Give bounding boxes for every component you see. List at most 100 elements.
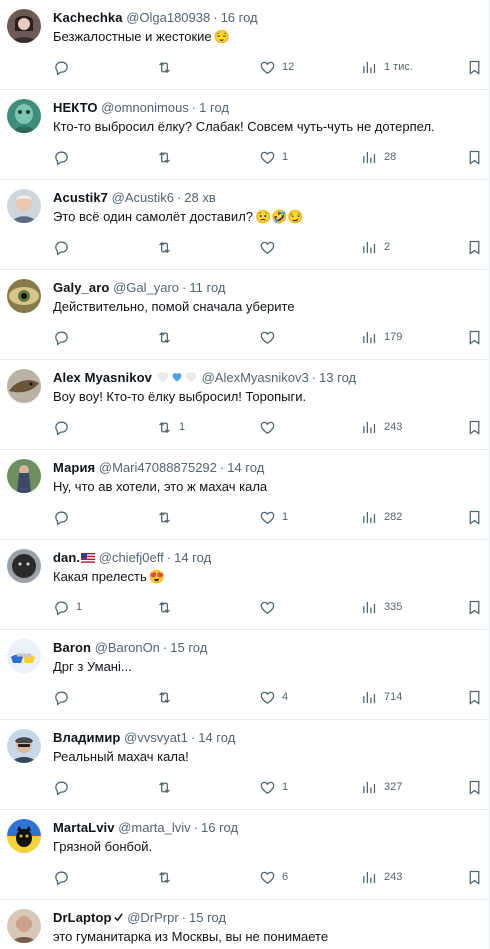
bookmark-button[interactable] (466, 867, 483, 887)
like-button[interactable]: 12 (259, 57, 294, 77)
timestamp[interactable]: 1 год (199, 100, 229, 115)
bookmark-button[interactable] (466, 777, 483, 797)
author-name[interactable]: НЕКТО (53, 100, 98, 115)
avatar[interactable] (7, 819, 41, 853)
author-name[interactable]: Мария (53, 460, 95, 475)
timestamp[interactable]: 16 год (201, 820, 238, 835)
retweet-button[interactable] (156, 597, 179, 617)
reply-button[interactable] (53, 777, 76, 797)
like-button[interactable] (259, 417, 282, 437)
reply-button[interactable] (53, 687, 76, 707)
reply-button[interactable] (53, 417, 76, 437)
tweet-reply[interactable]: dan. @chiefj0eff · 14 год Какая прелесть 😍 1 3… (0, 540, 489, 630)
tweet-reply[interactable]: Мария @Mari47088875292 · 14 год Ну, что ав … (0, 450, 489, 540)
reply-button[interactable] (53, 507, 76, 527)
avatar[interactable] (7, 279, 41, 313)
timestamp[interactable]: 16 год (221, 10, 258, 25)
retweet-button[interactable] (156, 237, 179, 257)
views-button[interactable]: 28 (361, 147, 396, 167)
author-handle[interactable]: @chiefj0eff (99, 550, 164, 565)
avatar[interactable] (7, 459, 41, 493)
author-handle[interactable]: @Olga180938 (126, 10, 210, 25)
author-name[interactable]: MartaLviv (53, 820, 115, 835)
timestamp[interactable]: 14 год (174, 550, 211, 565)
reply-button[interactable] (53, 147, 76, 167)
like-button[interactable] (259, 237, 282, 257)
retweet-button[interactable] (156, 507, 179, 527)
timestamp[interactable]: 14 год (198, 730, 235, 745)
author-handle[interactable]: @marta_lviv (118, 820, 190, 835)
retweet-button[interactable] (156, 57, 179, 77)
views-button[interactable]: 243 (361, 867, 402, 887)
tweet-reply[interactable]: Baron @BaronOn · 15 год Дрг з Умані... 4 714 (0, 630, 489, 720)
timestamp[interactable]: 11 год (189, 280, 225, 295)
author-handle[interactable]: @DrPrpr (127, 910, 178, 925)
author-name[interactable]: Acustik7 (53, 190, 108, 205)
avatar[interactable] (7, 9, 41, 43)
timestamp[interactable]: 14 год (227, 460, 264, 475)
author-name[interactable]: Galy_aro (53, 280, 109, 295)
avatar[interactable] (7, 189, 41, 223)
like-button[interactable] (259, 597, 282, 617)
views-button[interactable]: 2 (361, 237, 390, 257)
bookmark-button[interactable] (466, 417, 483, 437)
timestamp[interactable]: 15 год (189, 910, 226, 925)
timestamp[interactable]: 13 год (319, 370, 356, 385)
author-handle[interactable]: @BaronOn (95, 640, 160, 655)
like-button[interactable] (259, 327, 282, 347)
retweet-button[interactable] (156, 867, 179, 887)
tweet-reply[interactable]: Alex Myasnikov @AlexMyasnikov3 · 13 год Воу… (0, 360, 489, 450)
retweet-button[interactable] (156, 327, 179, 347)
like-button[interactable]: 4 (259, 687, 288, 707)
retweet-button[interactable] (156, 687, 179, 707)
reply-button[interactable] (53, 327, 76, 347)
views-button[interactable]: 179 (361, 327, 402, 347)
author-handle[interactable]: @vvsvyat1 (124, 730, 188, 745)
tweet-reply[interactable]: MartaLviv @marta_lviv · 16 год Грязной бонб… (0, 810, 489, 900)
timestamp[interactable]: 15 год (170, 640, 207, 655)
bookmark-button[interactable] (466, 597, 483, 617)
retweet-button[interactable]: 1 (156, 417, 185, 437)
views-button[interactable]: 714 (361, 687, 402, 707)
author-name[interactable]: dan. (53, 550, 80, 565)
avatar[interactable] (7, 729, 41, 763)
author-handle[interactable]: @omnonimous (101, 100, 189, 115)
bookmark-button[interactable] (466, 57, 483, 77)
tweet-reply[interactable]: DrLaptop @DrPrpr · 15 год это гуманитарка и… (0, 900, 489, 949)
bookmark-button[interactable] (466, 237, 483, 257)
tweet-reply[interactable]: НЕКТО @omnonimous · 1 год Кто-то выбросил ё… (0, 90, 489, 180)
reply-button[interactable] (53, 867, 76, 887)
reply-button[interactable] (53, 57, 76, 77)
timestamp[interactable]: 28 хв (184, 190, 215, 205)
views-button[interactable]: 243 (361, 417, 402, 437)
author-handle[interactable]: @Mari47088875292 (99, 460, 217, 475)
reply-button[interactable] (53, 237, 76, 257)
reply-button[interactable]: 1 (53, 597, 82, 617)
author-name[interactable]: Baron (53, 640, 91, 655)
like-button[interactable]: 1 (259, 507, 288, 527)
bookmark-button[interactable] (466, 327, 483, 347)
bookmark-button[interactable] (466, 507, 483, 527)
author-handle[interactable]: @Acustik6 (112, 190, 174, 205)
tweet-reply[interactable]: Владимир @vvsvyat1 · 14 год Реальный махач … (0, 720, 489, 810)
bookmark-button[interactable] (466, 147, 483, 167)
author-handle[interactable]: @Gal_yaro (113, 280, 179, 295)
author-handle[interactable]: @AlexMyasnikov3 (202, 370, 309, 385)
tweet-reply[interactable]: Kachechka @Olga180938 · 16 год Безжалостные… (0, 0, 489, 90)
author-name[interactable]: Alex Myasnikov (53, 370, 152, 385)
avatar[interactable] (7, 369, 41, 403)
bookmark-button[interactable] (466, 687, 483, 707)
like-button[interactable]: 1 (259, 777, 288, 797)
avatar[interactable] (7, 549, 41, 583)
retweet-button[interactable] (156, 147, 179, 167)
views-button[interactable]: 282 (361, 507, 402, 527)
author-name[interactable]: DrLaptop (53, 910, 112, 925)
author-name[interactable]: Kachechka (53, 10, 123, 25)
avatar[interactable] (7, 639, 41, 673)
views-button[interactable]: 1 тис. (361, 57, 413, 77)
author-name[interactable]: Владимир (53, 730, 120, 745)
like-button[interactable]: 6 (259, 867, 288, 887)
tweet-reply[interactable]: Galy_aro @Gal_yaro · 11 год Действительно, … (0, 270, 489, 360)
views-button[interactable]: 327 (361, 777, 402, 797)
avatar[interactable] (7, 909, 41, 943)
